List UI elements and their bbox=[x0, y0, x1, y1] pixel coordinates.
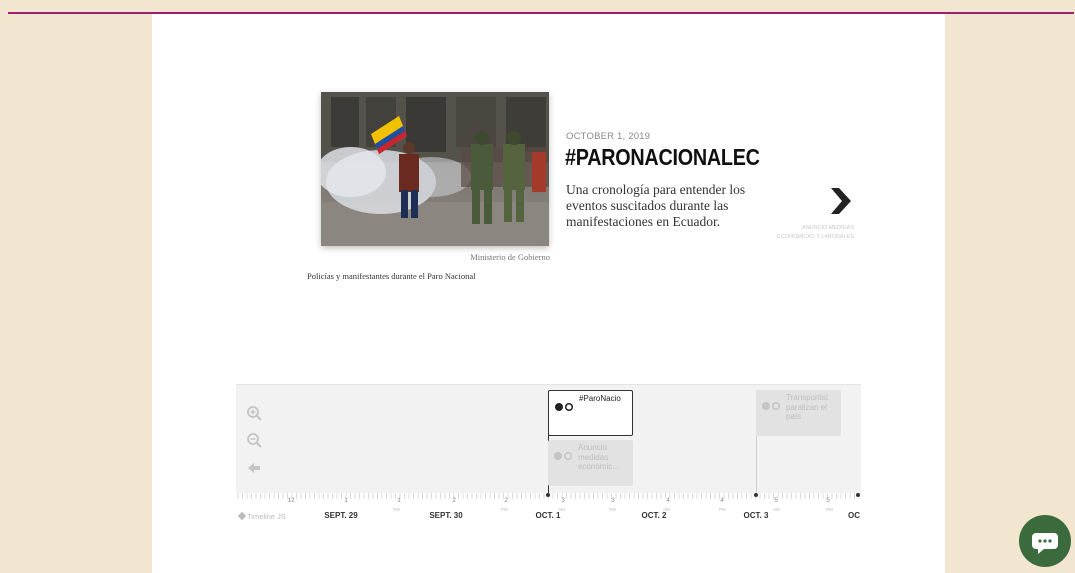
axis-date-label: OCT. 2 bbox=[641, 511, 667, 520]
slide-title: #PARONACIONALEC bbox=[565, 144, 760, 170]
tick-label: 1 bbox=[397, 497, 401, 504]
pm-label: PM bbox=[609, 507, 616, 512]
tick-label: 2 bbox=[452, 497, 456, 504]
zoom-out-button[interactable] bbox=[246, 432, 264, 450]
marker-dots-icon bbox=[762, 401, 781, 411]
tick-label: 5 bbox=[774, 497, 778, 504]
axis-marker-dot bbox=[754, 493, 758, 497]
marker-dots-icon bbox=[554, 451, 573, 461]
time-axis[interactable]: 12 1 1 2 2 3 3 4 4 5 5 PM PM AM PM AM PM… bbox=[236, 493, 861, 525]
timelinejs-logo-icon bbox=[237, 511, 247, 521]
tick-label: 2 bbox=[504, 497, 508, 504]
photo-credit: Ministerio de Gobierno bbox=[470, 252, 550, 262]
slide-date: OCTOBER 1, 2019 bbox=[566, 131, 651, 142]
pm-label: PM bbox=[393, 507, 400, 512]
timelinejs-brand[interactable]: Timeline JS bbox=[237, 511, 286, 521]
marker-label: #ParoNacio bbox=[579, 394, 621, 403]
marker-line bbox=[756, 435, 757, 495]
back-arrow-icon bbox=[248, 463, 260, 473]
axis-date-label: OCT. 1 bbox=[535, 511, 561, 520]
axis-date-label: OCT. 3 bbox=[743, 511, 769, 520]
marker-label: Anuncio medidas económic... bbox=[578, 443, 619, 471]
slide-description: Una cronología para entender los eventos… bbox=[566, 182, 746, 229]
chevron-right-icon bbox=[831, 188, 851, 214]
axis-date-label: OC bbox=[848, 511, 860, 520]
brand-label: Timeline JS bbox=[247, 512, 286, 521]
tick-label: 3 bbox=[611, 497, 615, 504]
zoom-in-icon bbox=[247, 406, 262, 421]
tick-label: 4 bbox=[720, 497, 724, 504]
tick-label: 5 bbox=[826, 497, 830, 504]
pm-label: PM bbox=[501, 507, 508, 512]
timeline-nav[interactable]: #ParoNacio Anuncio medidas económic... T… bbox=[236, 384, 861, 525]
timeline-marker[interactable]: Transportist paralizan el país bbox=[756, 390, 841, 436]
timeline-embed: Ministerio de Gobierno Policías y manife… bbox=[152, 14, 945, 573]
tick-label: 12 bbox=[287, 497, 295, 504]
tick-label: 1 bbox=[344, 497, 348, 504]
tick-label: 4 bbox=[666, 497, 670, 504]
pm-label: PM bbox=[719, 507, 726, 512]
slide-photo bbox=[321, 92, 549, 246]
axis-date-label: SEPT. 30 bbox=[429, 511, 463, 520]
timeline-marker[interactable]: #ParoNacio bbox=[548, 390, 633, 436]
next-slide-label[interactable]: ANUNCIO MEDIDAS ECONÓMICAS Y LABORALES bbox=[772, 224, 854, 241]
axis-marker-dot bbox=[856, 493, 860, 497]
zoom-out-icon bbox=[247, 433, 262, 448]
marker-label: Transportist paralizan el país bbox=[786, 393, 828, 421]
marker-dots-icon bbox=[555, 402, 574, 412]
axis-marker-dot bbox=[546, 493, 550, 497]
zoom-in-button[interactable] bbox=[246, 405, 264, 423]
photo-caption: Policías y manifestantes durante el Paro… bbox=[307, 271, 476, 281]
tick-label: 3 bbox=[561, 497, 565, 504]
pm-label: PM bbox=[826, 507, 833, 512]
am-label: AM bbox=[773, 507, 780, 512]
back-to-start-button[interactable] bbox=[246, 460, 264, 478]
chat-bubble-icon bbox=[1032, 533, 1058, 554]
next-slide-button[interactable] bbox=[825, 184, 855, 218]
axis-date-label: SEPT. 29 bbox=[324, 511, 358, 520]
chat-button[interactable] bbox=[1019, 515, 1071, 567]
timeline-marker[interactable]: Anuncio medidas económic... bbox=[548, 440, 633, 486]
